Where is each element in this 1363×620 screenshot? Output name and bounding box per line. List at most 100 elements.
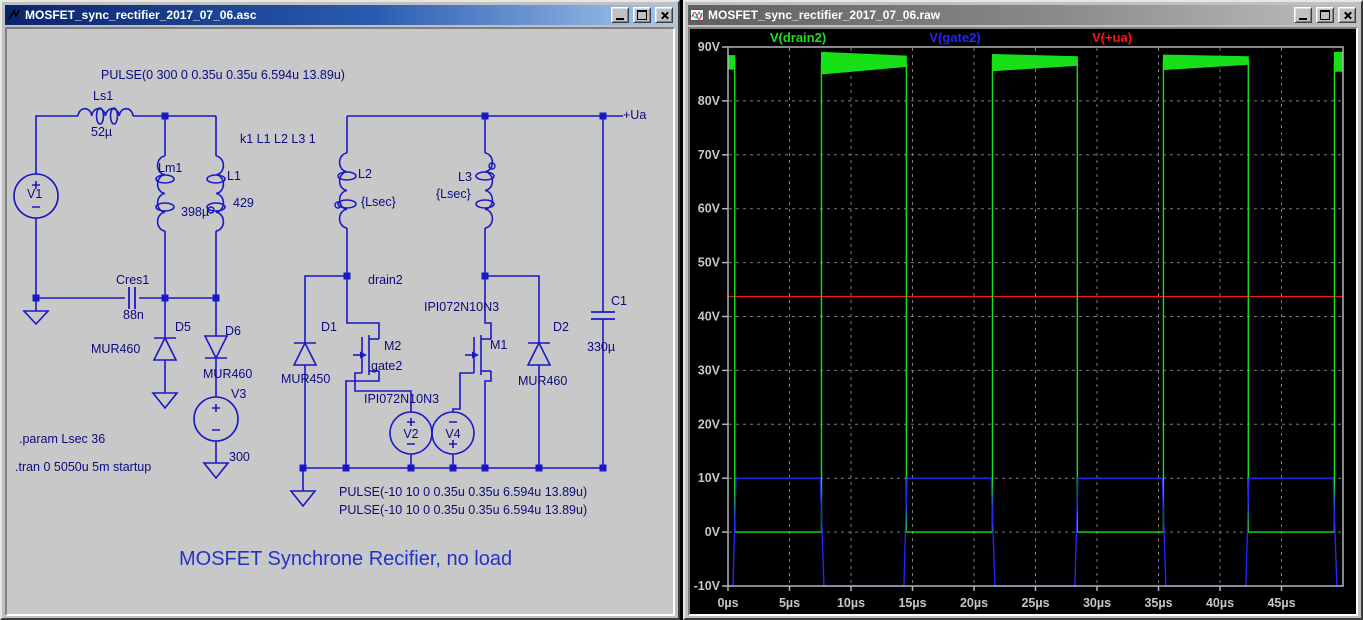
x-axis-tick-label[interactable]: 45µs bbox=[1267, 596, 1295, 610]
schematic-icon bbox=[8, 9, 20, 20]
close-button[interactable] bbox=[1338, 7, 1356, 23]
window-title: MOSFET_sync_rectifier_2017_07_06.asc bbox=[25, 8, 257, 22]
ground-symbols bbox=[22, 310, 317, 508]
schematic-caption: MOSFET Synchrone Recifier, no load bbox=[179, 548, 512, 570]
schematic-label: L1 bbox=[227, 169, 241, 183]
schematic-label: Lm1 bbox=[158, 161, 182, 175]
source-v3[interactable] bbox=[193, 396, 239, 442]
schematic-label: {Lsec} bbox=[436, 187, 471, 201]
capacitor-c1[interactable] bbox=[591, 311, 615, 320]
close-icon bbox=[1343, 11, 1352, 20]
close-icon bbox=[660, 11, 669, 20]
schematic-label: IPI072N10N3 bbox=[364, 392, 439, 406]
minimize-button[interactable] bbox=[611, 7, 629, 23]
schematic-label: {Lsec} bbox=[361, 195, 396, 209]
legend-item[interactable]: V(drain2) bbox=[770, 30, 826, 45]
schematic-labels: PULSE(0 300 0 0.35u 0.35u 6.594u 13.89u)… bbox=[15, 68, 646, 517]
y-axis-tick-label[interactable]: -10V bbox=[694, 579, 721, 593]
waveform-icon bbox=[690, 9, 704, 21]
x-axis-tick-label[interactable]: 20µs bbox=[960, 596, 988, 610]
y-axis-tick-label[interactable]: 70V bbox=[698, 148, 721, 162]
diode-d6[interactable] bbox=[203, 335, 229, 360]
x-axis-tick-label[interactable]: 25µs bbox=[1021, 596, 1049, 610]
schematic-label: MUR460 bbox=[203, 367, 252, 381]
x-axis-tick-label[interactable]: 40µs bbox=[1206, 596, 1234, 610]
schematic-label: MUR460 bbox=[91, 342, 140, 356]
schematic-label: C1 bbox=[611, 294, 627, 308]
schematic-label: .tran 0 5050u 5m startup bbox=[15, 460, 151, 474]
schematic-label: MUR450 bbox=[281, 372, 330, 386]
plot-legend: V(drain2) V(gate2) V(+ua) bbox=[770, 30, 1132, 45]
y-axis-tick-label[interactable]: 0V bbox=[705, 525, 721, 539]
y-axis-tick-label[interactable]: 60V bbox=[698, 202, 721, 216]
x-axis-tick-label[interactable]: 5µs bbox=[779, 596, 800, 610]
waveform-plot-area[interactable]: 0µs 5µs 10µs 15µs 20µs 25µs 30µs 35µs 40µs 45µs 90… bbox=[688, 27, 1358, 616]
schematic-label: Cres1 bbox=[116, 273, 149, 287]
window-title: MOSFET_sync_rectifier_2017_07_06.raw bbox=[708, 8, 941, 22]
waveform-plot: 0µs 5µs 10µs 15µs 20µs 25µs 30µs 35µs 40µs 45µs 90… bbox=[694, 30, 1344, 610]
schematic-label: MUR460 bbox=[518, 374, 567, 388]
schematic-label: V1 bbox=[27, 187, 42, 201]
schematic-canvas[interactable]: PULSE(0 300 0 0.35u 0.35u 6.594u 13.89u)… bbox=[5, 27, 675, 616]
schematic-label: L2 bbox=[358, 167, 372, 181]
maximize-icon bbox=[637, 10, 647, 20]
schematic-label: 330µ bbox=[587, 340, 615, 354]
legend-item[interactable]: V(+ua) bbox=[1092, 30, 1132, 45]
minimize-icon bbox=[1299, 17, 1307, 20]
schematic-label: L3 bbox=[458, 170, 472, 184]
schematic-label: D5 bbox=[175, 320, 191, 334]
schematic-label: PULSE(0 300 0 0.35u 0.35u 6.594u 13.89u) bbox=[101, 68, 345, 82]
plot-axis-labels: 0µs 5µs 10µs 15µs 20µs 25µs 30µs 35µs 40µs 45µs 90… bbox=[694, 40, 1296, 610]
x-axis-tick-label[interactable]: 0µs bbox=[717, 596, 738, 610]
waveform-window-titlebar[interactable]: MOSFET_sync_rectifier_2017_07_06.raw bbox=[688, 5, 1358, 25]
schematic-label: .param Lsec 36 bbox=[19, 432, 105, 446]
close-button[interactable] bbox=[655, 7, 673, 23]
maximize-icon bbox=[1320, 10, 1330, 20]
y-axis-tick-label[interactable]: 50V bbox=[698, 256, 721, 270]
y-axis-tick-label[interactable]: 40V bbox=[698, 310, 721, 324]
schematic-label: M2 bbox=[384, 339, 401, 353]
capacitor-cres1[interactable] bbox=[128, 287, 136, 309]
y-axis-tick-label[interactable]: 80V bbox=[698, 94, 721, 108]
schematic-label: PULSE(-10 10 0 0.35u 0.35u 6.594u 13.89u… bbox=[339, 485, 587, 499]
x-axis-tick-label[interactable]: 15µs bbox=[898, 596, 926, 610]
schematic-label: D2 bbox=[553, 320, 569, 334]
schematic-drawing: PULSE(0 300 0 0.35u 0.35u 6.594u 13.89u)… bbox=[13, 68, 646, 570]
wire-junctions bbox=[32, 112, 607, 472]
legend-item[interactable]: V(gate2) bbox=[929, 30, 980, 45]
schematic-label: M1 bbox=[490, 338, 507, 352]
schematic-label: V2 bbox=[403, 427, 418, 441]
schematic-wires bbox=[35, 107, 623, 491]
maximize-button[interactable] bbox=[1316, 7, 1334, 23]
schematic-label: k1 L1 L2 L3 1 bbox=[240, 132, 316, 146]
schematic-label: 429 bbox=[233, 196, 254, 210]
schematic-window: MOSFET_sync_rectifier_2017_07_06.asc PUL… bbox=[0, 0, 680, 620]
schematic-label: V4 bbox=[445, 427, 460, 441]
maximize-button[interactable] bbox=[633, 7, 651, 23]
y-axis-tick-label[interactable]: 10V bbox=[698, 471, 721, 485]
y-axis-tick-label[interactable]: 20V bbox=[698, 417, 721, 431]
x-axis-tick-label[interactable]: 35µs bbox=[1144, 596, 1172, 610]
x-axis-tick-label[interactable]: 10µs bbox=[837, 596, 865, 610]
schematic-label: gate2 bbox=[371, 359, 402, 373]
mosfet-m1[interactable] bbox=[465, 335, 491, 375]
diode-d2[interactable] bbox=[526, 341, 552, 366]
waveform-window: MOSFET_sync_rectifier_2017_07_06.raw 0µs… bbox=[683, 0, 1363, 620]
schematic-window-titlebar[interactable]: MOSFET_sync_rectifier_2017_07_06.asc bbox=[5, 5, 675, 25]
schematic-label: IPI072N10N3 bbox=[424, 300, 499, 314]
minimize-button[interactable] bbox=[1294, 7, 1312, 23]
y-axis-tick-label[interactable]: 30V bbox=[698, 363, 721, 377]
schematic-label: 52µ bbox=[91, 125, 112, 139]
schematic-label: Ls1 bbox=[93, 89, 113, 103]
diode-d5[interactable] bbox=[152, 336, 178, 361]
schematic-label: PULSE(-10 10 0 0.35u 0.35u 6.594u 13.89u… bbox=[339, 503, 587, 517]
schematic-label: +Ua bbox=[623, 108, 646, 122]
minimize-icon bbox=[616, 17, 624, 20]
schematic-label: D6 bbox=[225, 324, 241, 338]
desktop: MOSFET_sync_rectifier_2017_07_06.asc PUL… bbox=[0, 0, 1363, 620]
y-axis-tick-label[interactable]: 90V bbox=[698, 40, 721, 54]
diode-d1[interactable] bbox=[292, 341, 318, 366]
schematic-label: 398µ bbox=[181, 205, 209, 219]
x-axis-tick-label[interactable]: 30µs bbox=[1083, 596, 1111, 610]
schematic-label: 300 bbox=[229, 450, 250, 464]
